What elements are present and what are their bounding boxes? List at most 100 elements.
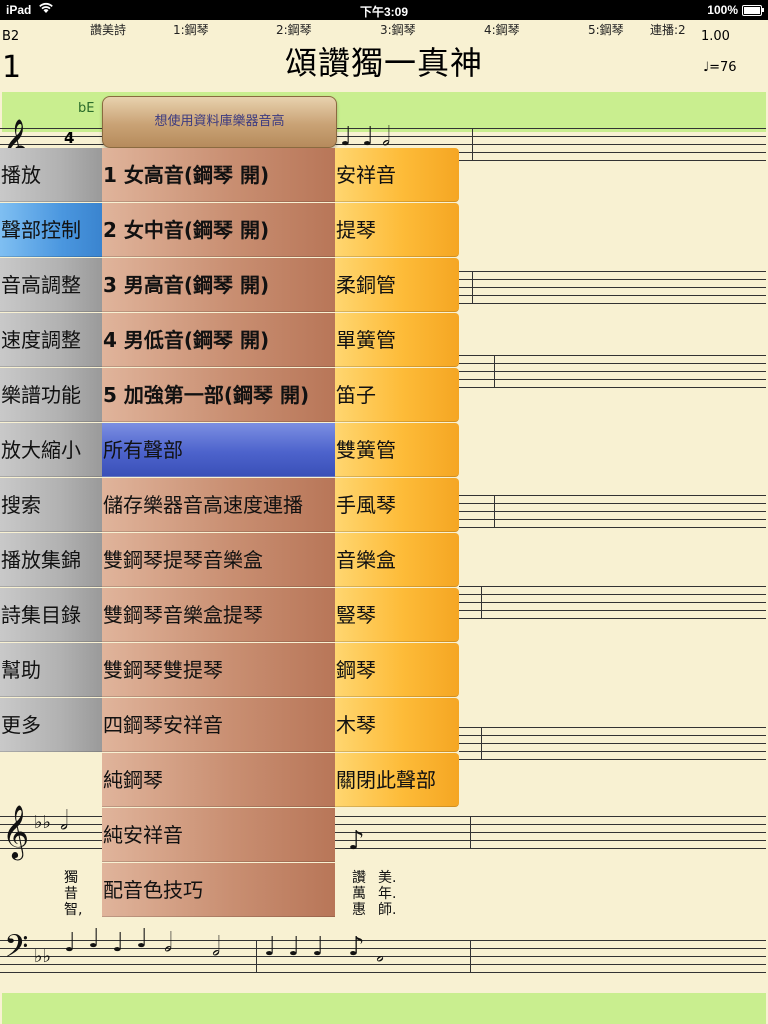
instrument-item[interactable]: 提琴 bbox=[335, 203, 459, 257]
note: ♪ bbox=[348, 932, 365, 962]
voice-item-tips[interactable]: 配音色技巧 bbox=[102, 863, 335, 917]
voice-label: 加強第一部(鋼琴 開) bbox=[123, 383, 310, 407]
menu-item-more[interactable]: 更多 bbox=[0, 698, 102, 752]
lyric: 獨 昔 智, bbox=[64, 870, 83, 918]
voice-number: 5 bbox=[103, 383, 117, 407]
note: ♩ bbox=[288, 932, 301, 962]
barline bbox=[481, 586, 482, 619]
menu-item-speed[interactable]: 速度調整 bbox=[0, 313, 102, 367]
voice-item-piano-only[interactable]: 純鋼琴 bbox=[102, 753, 335, 807]
menu-item-score-functions[interactable]: 樂譜功能 bbox=[0, 368, 102, 422]
voice-item-save[interactable]: 儲存樂器音高速度連播 bbox=[102, 478, 335, 532]
tab-hymn[interactable]: 讚美詩 bbox=[90, 21, 126, 38]
use-database-pitch-button[interactable]: 想使用資料庫樂器音高 bbox=[102, 96, 337, 148]
voice-item-bass[interactable]: 4 男低音(鋼琴 開) bbox=[102, 313, 335, 367]
voice-number: 2 bbox=[103, 218, 117, 242]
barline bbox=[481, 727, 482, 760]
score-bottom-bar bbox=[2, 993, 766, 1024]
voice-label: 男高音(鋼琴 開) bbox=[123, 273, 270, 297]
key-label: bE bbox=[78, 101, 95, 116]
note: 𝅗𝅥 bbox=[60, 806, 69, 836]
status-bar: iPad 下午3:09 100% bbox=[0, 0, 768, 20]
instrument-item[interactable]: 木琴 bbox=[335, 698, 459, 752]
lyric: 美. 年. 師. bbox=[378, 870, 397, 918]
menu-item-search[interactable]: 搜索 bbox=[0, 478, 102, 532]
barline bbox=[472, 271, 473, 304]
voice-item-emphasis[interactable]: 5 加強第一部(鋼琴 開) bbox=[102, 368, 335, 422]
note: ♩ bbox=[136, 924, 149, 954]
voice-item-all[interactable]: 所有聲部 bbox=[102, 423, 335, 477]
voice-item-soprano[interactable]: 1 女高音(鋼琴 開) bbox=[102, 148, 335, 202]
barline bbox=[256, 940, 257, 973]
note: ♩ bbox=[112, 928, 125, 958]
instrument-item[interactable]: 鋼琴 bbox=[335, 643, 459, 697]
lyric: 讚 萬 惠 bbox=[352, 870, 366, 918]
voice-item-preset-4[interactable]: 四鋼琴安祥音 bbox=[102, 698, 335, 752]
instrument-item[interactable]: 安祥音 bbox=[335, 148, 459, 202]
staff bbox=[459, 727, 766, 760]
instrument-item[interactable]: 單簧管 bbox=[335, 313, 459, 367]
tempo-marking: ♩=76 bbox=[703, 60, 737, 75]
note: ♩ bbox=[64, 928, 77, 958]
staff bbox=[459, 271, 766, 304]
menu-item-zoom[interactable]: 放大縮小 bbox=[0, 423, 102, 477]
instrument-item[interactable]: 雙簧管 bbox=[335, 423, 459, 477]
staff bbox=[459, 586, 766, 619]
voice-label: 女中音(鋼琴 開) bbox=[123, 218, 270, 242]
instrument-item[interactable]: 柔銅管 bbox=[335, 258, 459, 312]
battery-icon bbox=[742, 5, 764, 16]
clock: 下午3:09 bbox=[359, 5, 409, 19]
flat-icon: ♭♭ bbox=[34, 946, 51, 967]
tab-voice-1[interactable]: 1:鋼琴 bbox=[173, 21, 209, 38]
flat-icon: ♭♭ bbox=[34, 812, 51, 833]
voice-number: 3 bbox=[103, 273, 117, 297]
bass-clef-icon: 𝄢 bbox=[4, 928, 29, 972]
voice-item-preset-3[interactable]: 雙鋼琴雙提琴 bbox=[102, 643, 335, 697]
note: 𝅗𝅥 bbox=[382, 122, 391, 152]
voice-item-alto[interactable]: 2 女中音(鋼琴 開) bbox=[102, 203, 335, 257]
note: ♩ bbox=[340, 122, 353, 152]
close-voice-button[interactable]: 關閉此聲部 bbox=[335, 753, 459, 807]
tab-voice-2[interactable]: 2:鋼琴 bbox=[276, 21, 312, 38]
voice-item-preset-1[interactable]: 雙鋼琴提琴音樂盒 bbox=[102, 533, 335, 587]
barline bbox=[494, 355, 495, 388]
barline bbox=[470, 816, 471, 849]
voice-number: 4 bbox=[103, 328, 117, 352]
menu-item-pitch[interactable]: 音高調整 bbox=[0, 258, 102, 312]
voice-label: 男低音(鋼琴 開) bbox=[123, 328, 270, 352]
menu-item-hymnal-index[interactable]: 詩集目錄 bbox=[0, 588, 102, 642]
barline bbox=[472, 128, 473, 161]
barline bbox=[470, 940, 471, 973]
instrument-item[interactable]: 音樂盒 bbox=[335, 533, 459, 587]
note: ♪ bbox=[348, 826, 365, 856]
menu-item-voice-control[interactable]: 聲部控制 bbox=[0, 203, 102, 257]
voice-item-tenor[interactable]: 3 男高音(鋼琴 開) bbox=[102, 258, 335, 312]
page-title: 頌讚獨一真神 bbox=[284, 44, 483, 82]
instrument-item[interactable]: 手風琴 bbox=[335, 478, 459, 532]
tab-autoplay[interactable]: 連播:2 bbox=[650, 21, 686, 38]
instrument-item[interactable]: 豎琴 bbox=[335, 588, 459, 642]
zoom-level: 1.00 bbox=[701, 29, 730, 44]
tab-voice-4[interactable]: 4:鋼琴 bbox=[484, 21, 520, 38]
note: ♩ bbox=[88, 924, 101, 954]
staff bbox=[459, 355, 766, 388]
menu-item-playlist[interactable]: 播放集錦 bbox=[0, 533, 102, 587]
voice-item-preset-2[interactable]: 雙鋼琴音樂盒提琴 bbox=[102, 588, 335, 642]
note: ♩ bbox=[362, 122, 375, 152]
menu-item-play[interactable]: 播放 bbox=[0, 148, 102, 202]
barline bbox=[494, 495, 495, 528]
voice-label: 女高音(鋼琴 開) bbox=[123, 163, 270, 187]
note: 𝅗𝅥 bbox=[164, 928, 173, 958]
staff bbox=[459, 495, 766, 528]
instrument-item[interactable]: 笛子 bbox=[335, 368, 459, 422]
voice-item-calm-only[interactable]: 純安祥音 bbox=[102, 808, 335, 862]
note: 𝅗𝅥 bbox=[212, 932, 221, 962]
voice-number: 1 bbox=[103, 163, 117, 187]
battery-percent: 100% bbox=[707, 3, 738, 17]
tab-voice-3[interactable]: 3:鋼琴 bbox=[380, 21, 416, 38]
menu-item-help[interactable]: 幫助 bbox=[0, 643, 102, 697]
treble-clef-icon: 𝄞 bbox=[2, 804, 30, 858]
tab-voice-5[interactable]: 5:鋼琴 bbox=[588, 21, 624, 38]
note: ♩ bbox=[312, 932, 325, 962]
note: ♩ bbox=[264, 932, 277, 962]
